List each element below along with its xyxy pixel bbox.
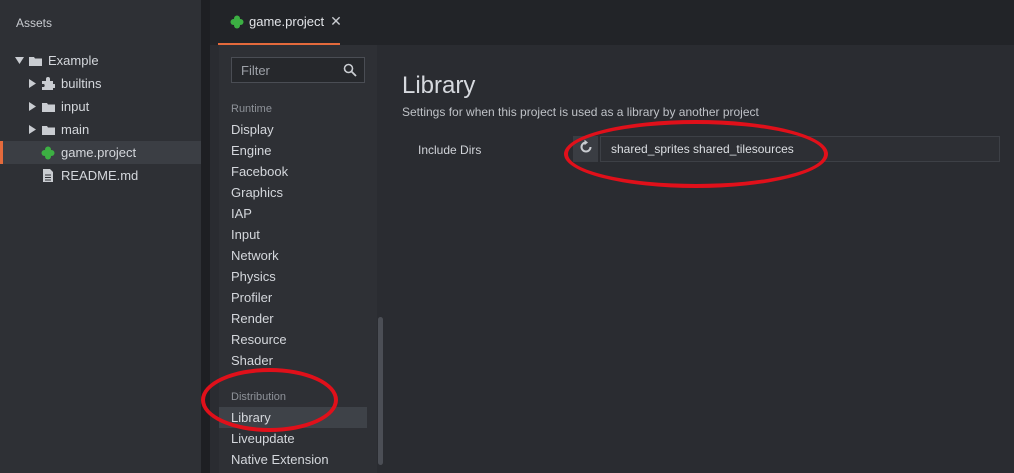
tree-item-readme[interactable]: README.md: [0, 164, 201, 187]
tree-item-label: game.project: [61, 145, 137, 160]
category-item-input[interactable]: Input: [219, 224, 367, 245]
tree-item-label: input: [61, 99, 90, 114]
folder-icon: [41, 100, 55, 114]
filter-placeholder: Filter: [241, 62, 270, 78]
chevron-right-icon[interactable]: [27, 79, 37, 89]
tree-item-builtins[interactable]: builtins: [0, 72, 201, 95]
tree-item-input[interactable]: input: [0, 95, 201, 118]
category-item-engine[interactable]: Engine: [219, 140, 367, 161]
tree-item-label: builtins: [61, 76, 102, 91]
game-project-icon: [230, 15, 244, 29]
search-icon[interactable]: [343, 63, 357, 80]
category-item-iap[interactable]: IAP: [219, 203, 367, 224]
category-item-render[interactable]: Render: [219, 308, 367, 329]
include-dirs-label: Include Dirs: [418, 143, 482, 157]
category-item-resource[interactable]: Resource: [219, 329, 367, 350]
assets-panel: Assets Example builtins input main game.…: [0, 0, 201, 473]
chevron-right-icon[interactable]: [27, 102, 37, 112]
tree-item-example[interactable]: Example: [0, 49, 201, 72]
puzzle-icon: [41, 76, 55, 91]
section-description: Settings for when this project is used a…: [402, 105, 759, 119]
file-icon: [41, 169, 55, 183]
tree-item-label: main: [61, 122, 90, 137]
tab-game-project[interactable]: game.project ✕: [218, 0, 342, 45]
category-item-physics[interactable]: Physics: [219, 266, 367, 287]
chevron-down-icon[interactable]: [14, 56, 24, 66]
tree-item-label: README.md: [61, 168, 139, 183]
filter-input[interactable]: Filter: [231, 57, 365, 83]
asset-tree: Example builtins input main game.project…: [0, 49, 201, 187]
annotation-ellipse-include-dirs: [564, 120, 828, 188]
category-item-facebook[interactable]: Facebook: [219, 161, 367, 182]
tree-item-label: Example: [48, 53, 99, 68]
assets-header: Assets: [16, 16, 53, 30]
category-item-display[interactable]: Display: [219, 119, 367, 140]
annotation-ellipse-library: [201, 368, 338, 432]
category-item-liveupdate[interactable]: Liveupdate: [219, 428, 367, 449]
tree-item-main[interactable]: main: [0, 118, 201, 141]
category-scrollbar[interactable]: [378, 317, 383, 465]
game-project-icon: [41, 146, 55, 160]
category-item-network[interactable]: Network: [219, 245, 367, 266]
section-title: Library: [402, 72, 476, 99]
settings-content: Library Settings for when this project i…: [402, 45, 1014, 473]
tree-item-game-project[interactable]: game.project: [0, 141, 201, 164]
category-item-shader[interactable]: Shader: [219, 350, 367, 371]
close-icon[interactable]: ✕: [330, 13, 342, 30]
folder-icon: [28, 54, 42, 68]
category-item-graphics[interactable]: Graphics: [219, 182, 367, 203]
chevron-right-icon[interactable]: [27, 125, 37, 135]
folder-icon: [41, 123, 55, 137]
category-group-runtime: Runtime: [231, 103, 272, 115]
category-item-native-extension[interactable]: Native Extension: [219, 449, 367, 470]
category-item-profiler[interactable]: Profiler: [219, 287, 367, 308]
tab-bar: game.project ✕: [210, 0, 1014, 45]
tab-label: game.project: [249, 14, 325, 29]
